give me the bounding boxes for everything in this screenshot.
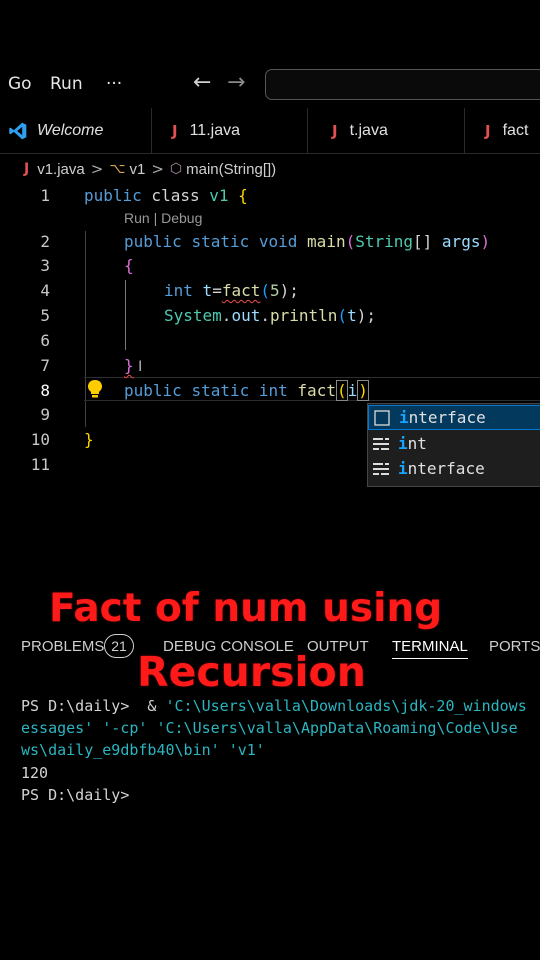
terminal-line: 120: [21, 764, 49, 782]
line-number: 5: [40, 306, 50, 325]
breadcrumb: J v1.java > ⌥ v1 > ⬡ main(String[]): [0, 155, 540, 183]
tab-t-java[interactable]: J t.java: [308, 108, 465, 154]
vscode-logo-icon: [9, 122, 27, 140]
terminal-line: PS D:\daily> & 'C:\Users\valla\Downloads…: [21, 697, 527, 715]
text-cursor-icon: I: [133, 359, 143, 375]
menu-bar: Go Run ··· ← →: [0, 62, 540, 108]
line-number: 1: [40, 186, 50, 205]
code-line-3: {: [124, 256, 134, 275]
tab-ports[interactable]: PORTS: [489, 638, 540, 655]
back-arrow-icon[interactable]: ←: [193, 70, 211, 95]
tab-fact-java[interactable]: J fact: [465, 108, 540, 154]
caption-title-line1: Fact of num using: [49, 586, 443, 631]
code-line-4: int t=fact(5);: [164, 281, 299, 300]
java-file-icon: J: [24, 161, 30, 177]
line-number: 10: [30, 430, 50, 449]
class-symbol-icon: ⌥: [109, 161, 126, 177]
tab-label: 11.java: [189, 122, 240, 139]
terminal-prompt: PS D:\daily>: [21, 786, 130, 804]
menu-run[interactable]: Run: [50, 74, 83, 94]
code-line-1: public class v1 {: [84, 186, 248, 205]
keyword-icon: [373, 437, 389, 450]
terminal-line: ws\daily_e9dbfb40\bin' 'v1': [21, 741, 265, 759]
keyword-icon: [373, 462, 389, 475]
chevron-right-icon: >: [90, 160, 104, 178]
suggestion-item[interactable]: interface: [368, 456, 540, 481]
suggestion-item[interactable]: int: [368, 431, 540, 456]
command-center-search[interactable]: [265, 69, 540, 100]
indent-guide: [125, 280, 126, 350]
menu-more[interactable]: ···: [106, 74, 122, 94]
autocomplete-suggestions: interface int interface: [367, 403, 540, 487]
line-number: 9: [40, 405, 50, 424]
tab-label: t.java: [349, 122, 388, 139]
java-file-icon: J: [332, 122, 338, 140]
breadcrumb-class[interactable]: v1: [129, 161, 145, 178]
java-file-icon: J: [172, 122, 178, 140]
breadcrumb-method[interactable]: main(String[]): [186, 161, 276, 178]
keyword-snippet-icon: [374, 409, 390, 426]
line-number: 11: [30, 455, 50, 474]
line-number: 7: [40, 356, 50, 375]
tab-problems[interactable]: PROBLEMS: [21, 638, 104, 655]
tab-label: fact: [502, 122, 529, 139]
line-number: 2: [40, 232, 50, 251]
line-number: 8: [40, 381, 50, 400]
suggestion-item[interactable]: interface: [368, 405, 540, 430]
terminal-line: essages' '-cp' 'C:\Users\valla\AppData\R…: [21, 719, 518, 737]
line-number: 6: [40, 331, 50, 350]
line-number: 4: [40, 281, 50, 300]
chevron-right-icon: >: [151, 160, 164, 178]
breadcrumb-file[interactable]: v1.java: [37, 161, 85, 178]
code-line-2: public static void main(String[] args): [124, 232, 491, 251]
tab-welcome[interactable]: Welcome: [0, 108, 152, 154]
code-line-10: }: [84, 430, 94, 449]
code-line-5: System.out.println(t);: [164, 306, 376, 325]
line-number: 3: [40, 256, 50, 275]
terminal-output[interactable]: PS D:\daily> & 'C:\Users\valla\Downloads…: [21, 695, 540, 830]
tab-terminal[interactable]: TERMINAL: [392, 638, 468, 659]
problems-count-badge: 21: [104, 634, 134, 658]
method-symbol-icon: ⬡: [169, 161, 183, 177]
caption-title-line2: Recursion: [137, 648, 366, 696]
codelens-run-debug[interactable]: Run | Debug: [124, 210, 202, 226]
tab-11-java[interactable]: J 11.java: [152, 108, 308, 154]
menu-go[interactable]: Go: [8, 74, 32, 94]
lightbulb-icon[interactable]: [86, 379, 104, 399]
code-line-8: public static int fact(i): [124, 380, 369, 401]
java-file-icon: J: [485, 122, 491, 140]
code-line-7: } I: [124, 356, 143, 375]
editor-tab-bar: Welcome J 11.java J t.java J fact: [0, 108, 540, 154]
tab-label: Welcome: [37, 122, 104, 139]
forward-arrow-icon[interactable]: →: [227, 70, 245, 95]
